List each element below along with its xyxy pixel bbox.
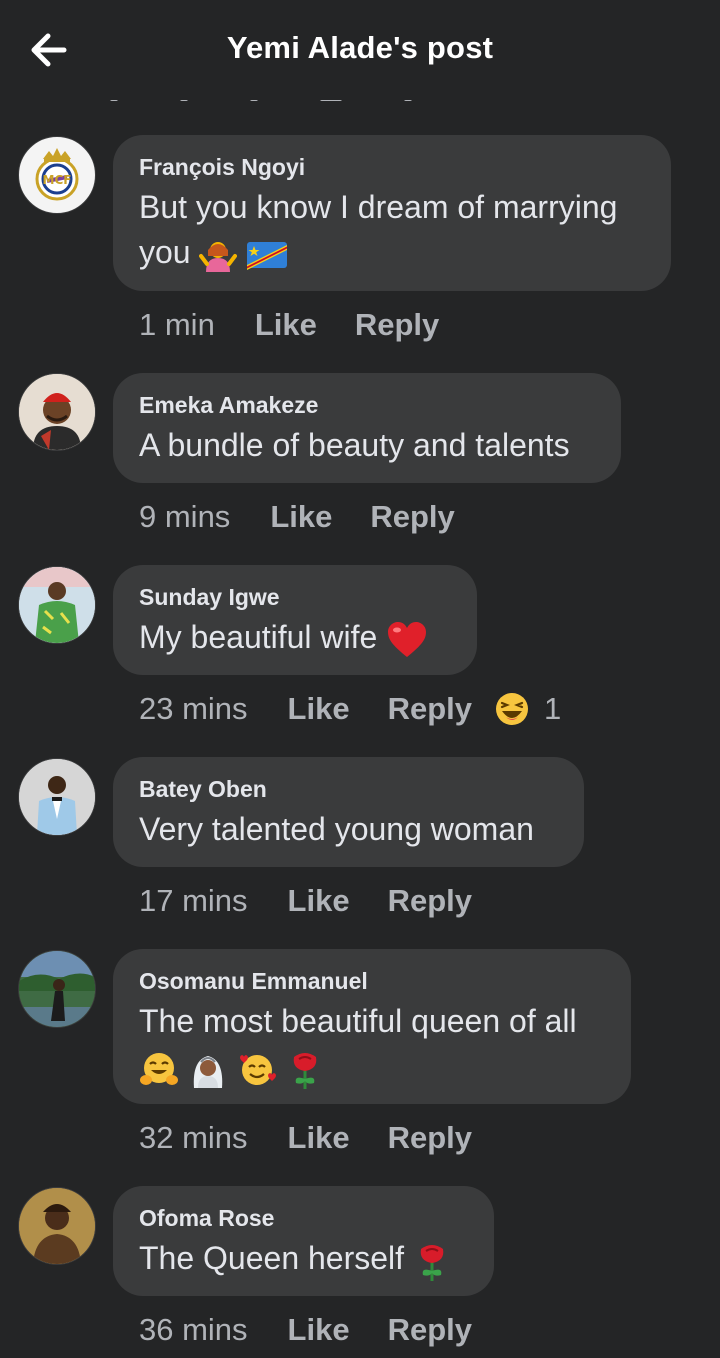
reply-button[interactable]: Reply [370, 499, 454, 535]
comment-time[interactable]: 1 min [139, 307, 215, 343]
commenter-name[interactable]: Osomanu Emmanuel [139, 967, 605, 995]
comment-bubble[interactable]: Osomanu Emmanuel The most beautiful quee… [113, 949, 631, 1104]
comment-meta: 9 mins Like Reply [139, 497, 493, 537]
avatar[interactable] [18, 373, 96, 451]
comment-text: The Queen herself [139, 1236, 468, 1281]
comment-meta: 23 mins Like Reply 1 [139, 689, 561, 729]
avatar[interactable] [18, 566, 96, 644]
person-gold-bg-icon [19, 1188, 95, 1264]
like-button[interactable]: Like [288, 1312, 350, 1348]
person-outdoor-icon [19, 951, 95, 1027]
hugging-face-emoji-icon [140, 1052, 178, 1085]
like-button[interactable]: Like [255, 307, 317, 343]
smiling-face-with-hearts-emoji-icon [239, 1054, 276, 1085]
comment-time[interactable]: 36 mins [139, 1312, 248, 1348]
comment-bubble[interactable]: Sunday Igwe My beautiful wife [113, 565, 477, 675]
avatar[interactable] [18, 950, 96, 1028]
commenter-name[interactable]: Emeka Amakeze [139, 391, 595, 419]
rose-emoji-icon [420, 1244, 444, 1281]
comment-meta: 32 mins Like Reply [139, 1118, 510, 1158]
shrugging-person-emoji-icon [199, 241, 238, 272]
avatar[interactable] [18, 758, 96, 836]
comment-bubble[interactable]: François Ngoyi But you know I dream of m… [113, 135, 671, 291]
person-light-suit-icon [19, 759, 95, 835]
comment-time[interactable]: 17 mins [139, 883, 248, 919]
commenter-name[interactable]: François Ngoyi [139, 153, 645, 181]
comment-bubble[interactable]: Batey Oben Very talented young woman [113, 757, 584, 867]
avatar[interactable] [18, 1187, 96, 1265]
reaction-count: 1 [544, 691, 562, 726]
comment-text-line2: you [139, 234, 191, 270]
like-button[interactable]: Like [270, 499, 332, 535]
drc-flag-emoji-icon [247, 241, 288, 270]
comment-text: The most beautiful queen of all [139, 999, 605, 1089]
like-button[interactable]: Like [288, 883, 350, 919]
reply-button[interactable]: Reply [355, 307, 439, 343]
reply-button[interactable]: Reply [388, 1120, 472, 1156]
page-title: Yemi Alade's post [226, 30, 494, 65]
comment-text: Very talented young woman [139, 811, 534, 847]
comment-bubble[interactable]: Emeka Amakeze A bundle of beauty and tal… [113, 373, 621, 483]
comment-text-content: My beautiful wife [139, 619, 378, 655]
svg-text:MCF: MCF [43, 173, 72, 187]
comment-text: A bundle of beauty and talents [139, 427, 570, 463]
comment-text-content: The most beautiful queen of all [139, 1003, 577, 1039]
like-button[interactable]: Like [288, 691, 350, 727]
comment-text-content: The Queen herself [139, 1240, 405, 1276]
comment-meta: 36 mins Like Reply [139, 1310, 510, 1350]
commenter-name[interactable]: Ofoma Rose [139, 1204, 468, 1232]
comment-time[interactable]: 9 mins [139, 499, 230, 535]
haha-reaction-icon [496, 693, 528, 725]
reaction-summary[interactable]: 1 [494, 691, 561, 727]
reply-button[interactable]: Reply [388, 883, 472, 919]
like-button[interactable]: Like [288, 1120, 350, 1156]
comment-meta: 17 mins Like Reply [139, 881, 510, 921]
comment-text: But you know I dream of marrying you [139, 185, 645, 275]
person-green-outfit-icon [19, 567, 95, 643]
real-madrid-crest-icon: MCF [35, 148, 79, 201]
commenter-name[interactable]: Batey Oben [139, 775, 558, 803]
red-heart-emoji-icon [388, 621, 427, 657]
comment-text-line1: But you know I dream of marrying [139, 189, 618, 225]
comment-time[interactable]: 32 mins [139, 1120, 248, 1156]
comment-text: My beautiful wife [139, 615, 451, 660]
reply-button[interactable]: Reply [388, 1312, 472, 1348]
reply-button[interactable]: Reply [388, 691, 472, 727]
comment-meta: 1 min Like Reply [139, 305, 477, 345]
person-red-cap-icon [19, 374, 95, 450]
person-with-veil-emoji-icon [193, 1055, 223, 1088]
header-bar: Yemi Alade's post [0, 0, 720, 100]
comment-time[interactable]: 23 mins [139, 691, 248, 727]
rose-emoji-icon [293, 1052, 316, 1089]
commenter-name[interactable]: Sunday Igwe [139, 583, 451, 611]
avatar[interactable]: MCF [18, 136, 96, 214]
comment-bubble[interactable]: Ofoma Rose The Queen herself [113, 1186, 494, 1296]
